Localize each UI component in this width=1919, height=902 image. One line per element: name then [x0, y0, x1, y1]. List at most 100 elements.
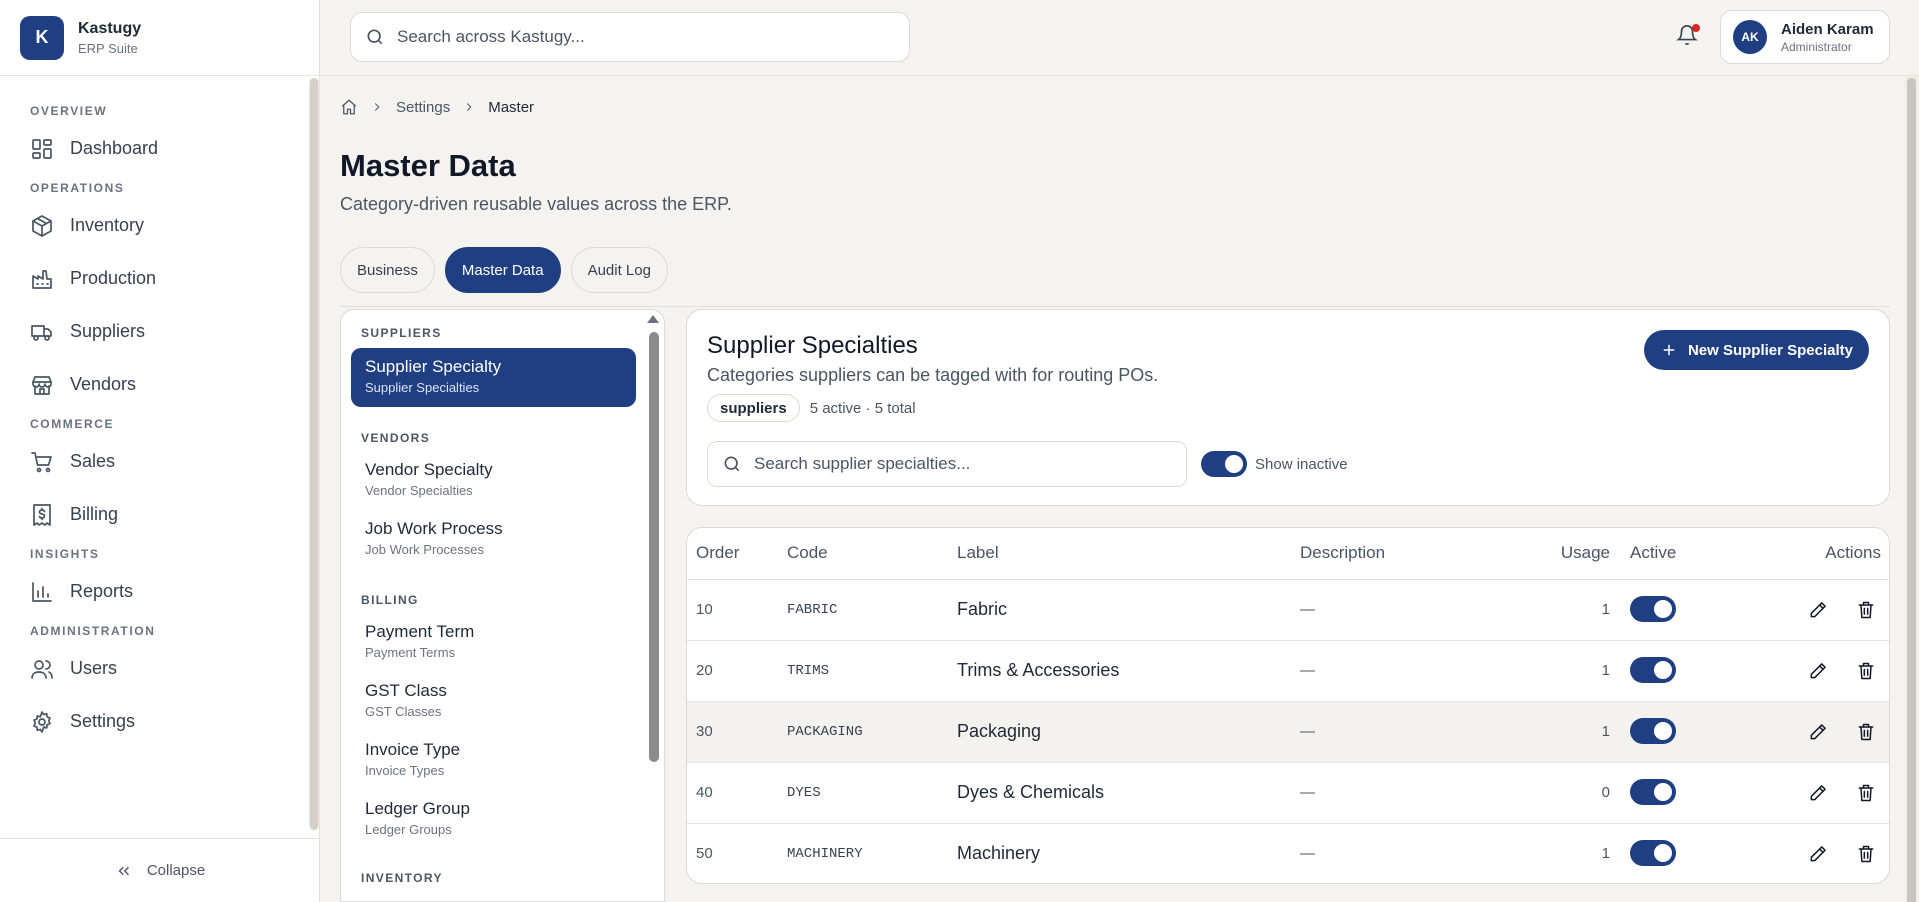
brand-name: Kastugy — [78, 19, 142, 37]
col-active[interactable]: Active — [1610, 528, 1720, 580]
sidebar-item-users[interactable]: Users — [0, 642, 306, 695]
chevron-right-icon — [374, 103, 380, 111]
sidebar-item-label: Vendors — [70, 374, 137, 394]
category-item-invoice-type[interactable]: Invoice Type Invoice Types — [351, 731, 636, 790]
active-toggle[interactable] — [1630, 595, 1676, 622]
sidebar-item-settings[interactable]: Settings — [0, 695, 306, 748]
delete-button[interactable] — [1851, 595, 1881, 625]
sidebar-item-inventory[interactable]: Inventory — [0, 199, 306, 252]
sidebar-item-label: Sales — [70, 451, 116, 471]
category-item-ledger-group[interactable]: Ledger Group Ledger Groups — [351, 790, 636, 849]
col-label[interactable]: Label — [957, 528, 1300, 580]
category-scrollbar-thumb[interactable] — [649, 332, 659, 762]
cell-usage: 1 — [1500, 640, 1610, 702]
category-item-job-work-process[interactable]: Job Work Process Job Work Processes — [351, 510, 636, 569]
list-search-input[interactable] — [754, 454, 1174, 474]
delete-button[interactable] — [1851, 839, 1881, 869]
cell-description: — — [1300, 640, 1500, 702]
cell-code: DYES — [787, 762, 957, 824]
pencil-icon — [1810, 784, 1826, 800]
receipt-icon — [33, 503, 51, 526]
breadcrumb: Settings Master — [340, 96, 534, 118]
edit-button[interactable] — [1803, 717, 1833, 747]
category-item-gst-class[interactable]: GST Class GST Classes — [351, 672, 636, 731]
sidebar-scrollbar-thumb[interactable] — [310, 78, 318, 830]
sidebar-item-reports[interactable]: Reports — [0, 565, 306, 618]
page-scrollbar-thumb[interactable] — [1907, 78, 1916, 902]
delete-button[interactable] — [1851, 656, 1881, 686]
table-row[interactable]: 30 PACKAGING Packaging — 1 — [687, 701, 1889, 763]
brand[interactable]: K Kastugy ERP Suite — [0, 0, 319, 76]
active-toggle[interactable] — [1630, 839, 1676, 866]
cell-order: 20 — [687, 640, 787, 702]
edit-button[interactable] — [1803, 839, 1833, 869]
sidebar-item-dashboard[interactable]: Dashboard — [0, 122, 306, 175]
delete-button[interactable] — [1851, 717, 1881, 747]
sidebar-item-label: Settings — [70, 711, 136, 731]
active-toggle[interactable] — [1630, 656, 1676, 683]
sidebar-scrollbar[interactable] — [309, 78, 319, 830]
sidebar-item-label: Inventory — [70, 215, 145, 235]
tab-audit-log[interactable]: Audit Log — [570, 247, 668, 293]
category-item-payment-term[interactable]: Payment Term Payment Terms — [351, 613, 636, 672]
sidebar-item-vendors[interactable]: Vendors — [0, 358, 306, 411]
category-group-inventory: INVENTORY — [361, 871, 443, 885]
page-scrollbar[interactable] — [1904, 76, 1919, 902]
cell-label: Trims & Accessories — [957, 640, 1300, 702]
user-menu[interactable]: AK Aiden Karam Administrator — [1720, 10, 1890, 64]
sidebar-item-label: Users — [70, 658, 118, 678]
category-item-supplier-specialty[interactable]: Supplier Specialty Supplier Specialties — [351, 348, 636, 407]
cell-usage: 0 — [1500, 762, 1610, 824]
col-usage[interactable]: Usage — [1500, 528, 1610, 580]
active-toggle[interactable] — [1630, 778, 1676, 805]
col-code[interactable]: Code — [787, 528, 957, 580]
category-sublabel: Invoice Types — [365, 763, 445, 778]
global-search[interactable] — [350, 12, 910, 62]
table-row[interactable]: 50 MACHINERY Machinery — 1 — [687, 823, 1889, 883]
active-toggle[interactable] — [1630, 717, 1676, 744]
sidebar: K Kastugy ERP Suite OVERVIEW Dashboard O… — [0, 0, 320, 902]
sidebar-item-billing[interactable]: Billing — [0, 488, 306, 541]
col-order[interactable]: Order — [687, 528, 787, 580]
trash-icon — [1858, 723, 1874, 740]
home-icon[interactable] — [340, 98, 358, 116]
store-icon — [32, 375, 52, 395]
edit-button[interactable] — [1803, 778, 1833, 808]
category-chip: suppliers — [707, 394, 800, 422]
table-row[interactable]: 10 FABRIC Fabric — 1 — [687, 579, 1889, 641]
breadcrumb-settings[interactable]: Settings — [396, 99, 450, 116]
category-list: SUPPLIERS Supplier Specialty Supplier Sp… — [340, 309, 665, 902]
new-button-label: New Supplier Specialty — [1687, 341, 1853, 359]
edit-button[interactable] — [1803, 595, 1833, 625]
show-inactive-toggle[interactable] — [1201, 451, 1247, 477]
users-icon — [31, 659, 53, 679]
trash-icon — [1858, 784, 1874, 801]
nav-section-insights: INSIGHTS — [30, 547, 100, 561]
category-sublabel: Ledger Groups — [365, 822, 452, 837]
notifications-button[interactable] — [1676, 24, 1700, 50]
global-search-input[interactable] — [397, 27, 877, 47]
tab-master-data[interactable]: Master Data — [444, 247, 561, 293]
cell-usage: 1 — [1601, 845, 1610, 863]
list-search[interactable] — [707, 441, 1187, 487]
new-supplier-specialty-button[interactable]: New Supplier Specialty — [1643, 330, 1869, 370]
sidebar-item-label: Reports — [70, 581, 134, 601]
sidebar-item-suppliers[interactable]: Suppliers — [0, 305, 306, 358]
delete-button[interactable] — [1851, 778, 1881, 808]
category-group-suppliers: SUPPLIERS — [361, 326, 442, 340]
category-item-vendor-specialty[interactable]: Vendor Specialty Vendor Specialties — [351, 451, 636, 510]
nav-section-administration: ADMINISTRATION — [30, 624, 156, 638]
edit-button[interactable] — [1803, 656, 1833, 686]
values-table: Order Code Label Description Usage Activ… — [687, 528, 1889, 883]
sidebar-item-sales[interactable]: Sales — [0, 435, 306, 488]
cell-code: TRIMS — [787, 640, 957, 702]
table-row[interactable]: 40 DYES Dyes & Chemicals — 0 — [687, 762, 1889, 824]
nav-section-operations: OPERATIONS — [30, 181, 125, 195]
sidebar-item-production[interactable]: Production — [0, 252, 306, 305]
gear-icon — [33, 710, 51, 733]
scroll-up-arrow[interactable] — [647, 315, 659, 323]
collapse-button[interactable]: Collapse — [0, 838, 320, 902]
table-row[interactable]: 20 TRIMS Trims & Accessories — 1 — [687, 640, 1889, 702]
tab-business[interactable]: Business — [340, 247, 435, 293]
cell-order: 10 — [687, 579, 787, 641]
